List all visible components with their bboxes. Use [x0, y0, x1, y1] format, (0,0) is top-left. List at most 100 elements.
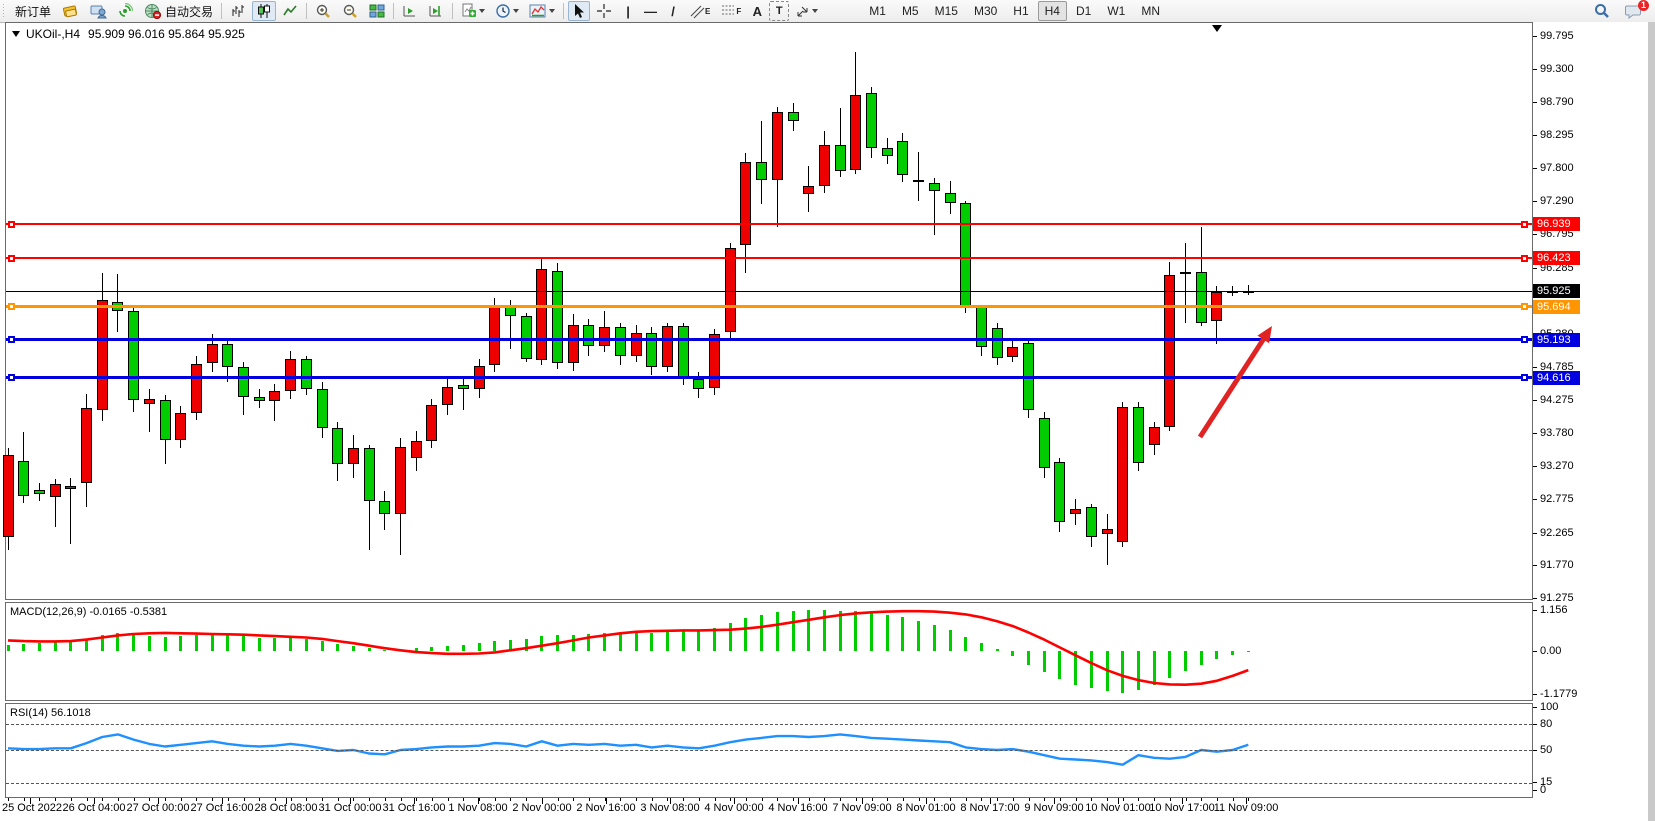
- zoom-in-icon: [315, 3, 332, 19]
- channel-button[interactable]: E: [685, 1, 714, 21]
- macd-histogram-bar: [1027, 651, 1030, 665]
- indicators-button[interactable]: [457, 1, 489, 21]
- timeframe-d1[interactable]: D1: [1069, 1, 1098, 21]
- time-minor-tick: [510, 798, 511, 801]
- time-minor-tick: [824, 798, 825, 801]
- macd-histogram-bar: [854, 611, 857, 651]
- time-minor-tick: [809, 798, 810, 801]
- time-minor-tick: [1013, 798, 1014, 801]
- macd-histogram-bar: [1106, 651, 1109, 691]
- line-handle-right[interactable]: [1521, 303, 1528, 310]
- periods-button[interactable]: [491, 1, 523, 21]
- line-chart-button[interactable]: [278, 1, 302, 21]
- line-handle-right[interactable]: [1521, 255, 1528, 262]
- new-order-button[interactable]: 新订单: [8, 1, 55, 21]
- indicators-button-caret[interactable]: [479, 9, 485, 13]
- timeframe-w1[interactable]: W1: [1100, 1, 1132, 21]
- search-icon[interactable]: [1590, 1, 1614, 21]
- arrows-button-caret[interactable]: [812, 9, 818, 13]
- macd-panel[interactable]: [5, 602, 1533, 701]
- current-price-line: [6, 291, 1532, 292]
- horizontal-level-line[interactable]: [6, 223, 1532, 225]
- candlestick-chart-button[interactable]: [252, 1, 276, 21]
- vertical-line-button[interactable]: |: [618, 1, 638, 21]
- macd-histogram-bar: [964, 637, 967, 651]
- line-handle-right[interactable]: [1521, 336, 1528, 343]
- timeframe-h1[interactable]: H1: [1006, 1, 1035, 21]
- timeframe-m15[interactable]: M15: [928, 1, 965, 21]
- arrows-button[interactable]: [791, 1, 822, 21]
- horizontal-line-button[interactable]: —: [640, 1, 661, 21]
- tiles-icon: [369, 3, 385, 19]
- timeframe-m5[interactable]: M5: [895, 1, 926, 21]
- candle: [222, 344, 233, 367]
- time-minor-tick: [699, 798, 700, 801]
- timeframe-h4[interactable]: H4: [1038, 1, 1067, 21]
- price-tick: [1533, 433, 1537, 434]
- gold-book-icon: [61, 3, 79, 19]
- line-handle-left[interactable]: [8, 255, 15, 262]
- candle: [678, 326, 689, 379]
- toolbox-icon[interactable]: [57, 1, 83, 21]
- bar-chart-button[interactable]: [226, 1, 250, 21]
- macd-axis-tick: [1533, 610, 1537, 611]
- candle: [740, 162, 751, 244]
- channel-button-subscript: E: [705, 7, 710, 16]
- line-handle-left[interactable]: [8, 336, 15, 343]
- timeframe-m1[interactable]: M1: [862, 1, 893, 21]
- text-label-button[interactable]: T: [769, 1, 789, 21]
- macd-histogram-bar: [430, 647, 433, 651]
- trend-arrow[interactable]: [1180, 306, 1350, 456]
- time-label: 7 Nov 09:00: [832, 802, 891, 814]
- time-label: 4 Nov 16:00: [768, 802, 827, 814]
- fibonacci-button[interactable]: F: [716, 1, 745, 21]
- time-minor-tick: [8, 798, 9, 801]
- candle: [709, 334, 720, 389]
- rsi-axis-tick: [1533, 790, 1537, 791]
- chart-shift-marker[interactable]: [1212, 25, 1222, 32]
- horizontal-line-button-glyph: —: [644, 4, 657, 19]
- line-handle-left[interactable]: [8, 221, 15, 228]
- auto-scroll-button[interactable]: [398, 1, 422, 21]
- zoom-out-button[interactable]: [338, 1, 363, 21]
- line-handle-right[interactable]: [1521, 374, 1528, 381]
- price-tag: 95.694: [1533, 300, 1580, 314]
- time-minor-tick: [1091, 798, 1092, 801]
- symbol-period-label: UKOil-,H4: [26, 27, 80, 41]
- toolbar-handle[interactable]: [2, 3, 5, 19]
- line-handle-left[interactable]: [8, 374, 15, 381]
- candle-wick: [1107, 514, 1108, 565]
- trendline-button[interactable]: /: [663, 1, 683, 21]
- crosshair-button[interactable]: [592, 1, 616, 21]
- autotrading-button[interactable]: 自动交易: [140, 1, 217, 21]
- symbol-dropdown-icon[interactable]: [12, 31, 20, 37]
- chart-shift-button[interactable]: [424, 1, 448, 21]
- signals-icon[interactable]: [113, 1, 138, 21]
- time-minor-tick: [87, 798, 88, 801]
- templates-button-caret[interactable]: [549, 9, 555, 13]
- chat-icon[interactable]: 1: [1621, 1, 1646, 21]
- line-handle-right[interactable]: [1521, 221, 1528, 228]
- line-handle-left[interactable]: [8, 303, 15, 310]
- candle: [426, 405, 437, 441]
- window-edge: [1648, 22, 1655, 821]
- periods-button-caret[interactable]: [513, 9, 519, 13]
- accounts-icon[interactable]: [85, 1, 111, 21]
- timeframe-mn[interactable]: MN: [1134, 1, 1167, 21]
- cursor-button[interactable]: [568, 1, 590, 21]
- zoom-in-button[interactable]: [311, 1, 336, 21]
- timeframe-m30[interactable]: M30: [967, 1, 1004, 21]
- horizontal-level-line[interactable]: [6, 257, 1532, 259]
- toolbar-separator: [221, 3, 222, 19]
- time-minor-tick: [1060, 798, 1061, 801]
- text-button[interactable]: A: [747, 1, 767, 21]
- time-minor-tick: [244, 798, 245, 801]
- time-label: 31 Oct 00:00: [319, 802, 382, 814]
- macd-histogram-bar: [493, 641, 496, 651]
- macd-histogram-bar: [132, 635, 135, 651]
- candle: [929, 183, 940, 192]
- time-minor-tick: [118, 798, 119, 801]
- templates-button[interactable]: [525, 1, 559, 21]
- tile-windows-button[interactable]: [365, 1, 389, 21]
- chart-arrow-icon: [402, 3, 418, 19]
